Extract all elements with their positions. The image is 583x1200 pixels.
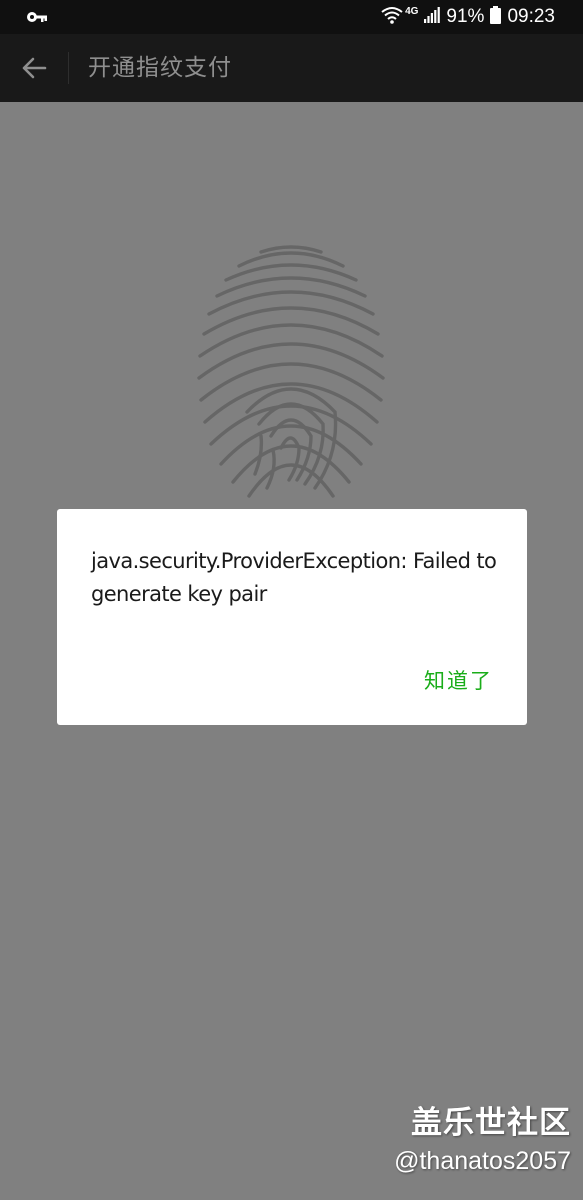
error-dialog: java.security.ProviderException: Failed … bbox=[57, 509, 527, 725]
battery-icon bbox=[490, 6, 502, 28]
fingerprint-icon bbox=[193, 244, 389, 514]
battery-percent: 91% bbox=[446, 6, 485, 27]
signal-icon bbox=[424, 6, 441, 28]
page-title: 开通指纹支付 bbox=[88, 55, 232, 81]
key-icon bbox=[26, 9, 48, 25]
ok-button[interactable]: 知道了 bbox=[424, 665, 493, 695]
clock: 09:23 bbox=[507, 6, 555, 27]
screen: 4G 91% 09:23 开通指纹支付 java.security.Provid… bbox=[0, 0, 583, 1200]
dialog-message: java.security.ProviderException: Failed … bbox=[91, 549, 497, 606]
arrow-left-icon bbox=[22, 57, 47, 79]
toolbar: 开通指纹支付 bbox=[0, 34, 583, 102]
network-type-label: 4G bbox=[405, 5, 419, 17]
watermark-username: @thanatos2057 bbox=[394, 1147, 571, 1175]
wifi-icon bbox=[381, 6, 403, 28]
toolbar-divider bbox=[68, 52, 69, 84]
status-bar: 4G 91% 09:23 bbox=[0, 0, 583, 34]
back-button[interactable] bbox=[12, 46, 56, 90]
watermark-site-name: 盖乐世社区 bbox=[411, 1105, 571, 1141]
status-indicators: 4G 91% 09:23 bbox=[381, 0, 555, 34]
watermark: 盖乐世社区 @thanatos2057 bbox=[394, 1102, 571, 1178]
